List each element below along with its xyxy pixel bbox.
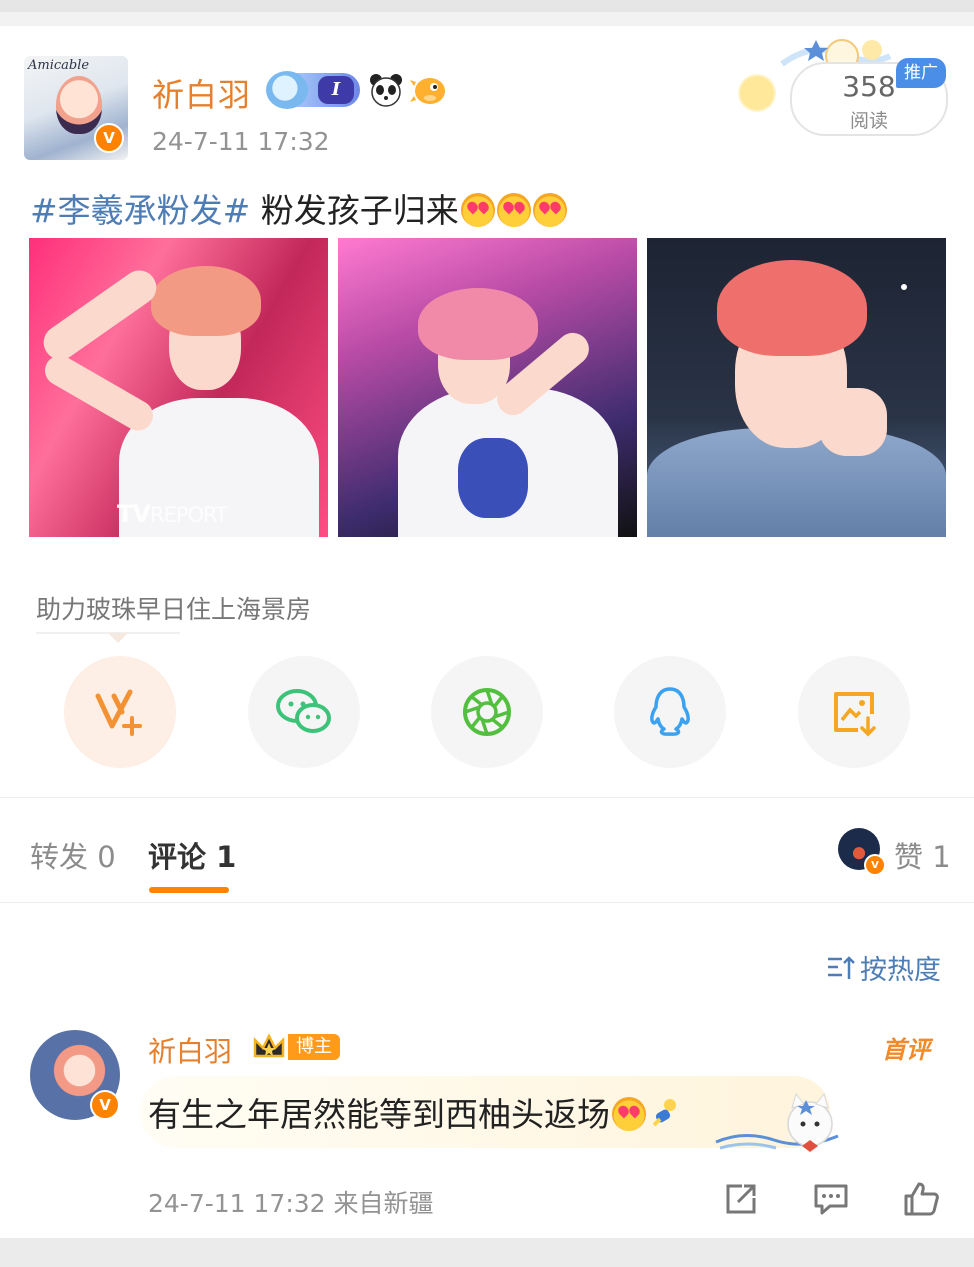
heart-eyes-emoji-icon bbox=[532, 193, 567, 227]
share-qq-button[interactable] bbox=[614, 656, 726, 768]
liker-verified-badge-icon: V bbox=[864, 854, 886, 876]
heart-eyes-emoji-icon bbox=[496, 193, 531, 227]
help-caret-icon bbox=[108, 633, 128, 643]
share-vplus-button[interactable] bbox=[64, 656, 176, 768]
share-wechat-button[interactable] bbox=[248, 656, 360, 768]
photo-arm bbox=[37, 263, 163, 367]
fan-level-text: I bbox=[318, 76, 354, 104]
read-count-label: 阅读 bbox=[849, 110, 888, 132]
save-image-icon bbox=[834, 692, 876, 737]
comment-text: 有生之年居然能等到西柚头返场 bbox=[148, 1088, 682, 1136]
promoted-tag: 推广 bbox=[896, 58, 946, 88]
comment-repost-button[interactable] bbox=[722, 1180, 760, 1218]
share-save-image-button[interactable] bbox=[798, 656, 910, 768]
photo-arm bbox=[39, 350, 159, 436]
heart-eyes-emoji-icon bbox=[460, 193, 495, 227]
tabs-divider bbox=[0, 902, 974, 903]
avatar-script-text: Amicable bbox=[28, 58, 90, 73]
share-moments-button[interactable] bbox=[431, 656, 543, 768]
tab-comment[interactable]: 评论 1 bbox=[148, 834, 236, 876]
post-timestamp: 24-7-11 17:32 bbox=[152, 127, 330, 156]
crown-icon bbox=[253, 1033, 285, 1058]
weibo-post-card: Amicable V 祈白羽 I 24-7-11 17:32 358 阅读 推广… bbox=[0, 0, 974, 1238]
panda-icon[interactable] bbox=[368, 72, 404, 108]
comment-meta: 24-7-11 17:32 来自新疆 bbox=[148, 1189, 434, 1218]
first-comment-badge: 首评 bbox=[882, 1036, 930, 1064]
post-text: #李羲承粉发# 粉发孩子归来 bbox=[30, 184, 567, 232]
qq-icon bbox=[650, 687, 690, 736]
v-plus-icon bbox=[95, 689, 142, 736]
avatar-face bbox=[56, 76, 102, 134]
watermark-report: REPORT bbox=[149, 503, 228, 527]
comment-like-button[interactable] bbox=[902, 1180, 940, 1218]
fan-badge-mascot-icon bbox=[266, 71, 308, 109]
post-photo-3[interactable] bbox=[647, 238, 946, 537]
waving-figure-emoji-icon bbox=[648, 1097, 682, 1131]
watermark-tv: TV bbox=[117, 500, 151, 528]
wechat-icon bbox=[276, 689, 331, 733]
section-divider bbox=[0, 797, 974, 798]
post-photo-1[interactable]: TVREPORT bbox=[29, 238, 328, 537]
fan-level-badge[interactable]: I bbox=[266, 71, 360, 109]
post-body-text: 粉发孩子归来 bbox=[250, 191, 459, 230]
comment-reply-button[interactable] bbox=[812, 1180, 850, 1218]
comment-body: 有生之年居然能等到西柚头返场 bbox=[148, 1095, 610, 1134]
cat-bubble-decoration-icon bbox=[715, 1092, 839, 1152]
commenter-verified-badge-icon: V bbox=[90, 1090, 120, 1120]
photo-shirt-print bbox=[458, 438, 528, 518]
tab-repost[interactable]: 转发 0 bbox=[30, 834, 116, 876]
commenter-name[interactable]: 祈白羽 bbox=[148, 1030, 232, 1070]
photo-hair bbox=[418, 288, 538, 360]
author-name[interactable]: 祈白羽 bbox=[152, 70, 251, 116]
photo-sparkle bbox=[901, 284, 907, 290]
active-tab-indicator bbox=[149, 887, 229, 893]
photo-hair bbox=[717, 260, 867, 356]
share-help-text: 助力玻珠早日住上海景房 bbox=[36, 595, 312, 624]
sort-icon bbox=[828, 955, 855, 979]
bottom-gap bbox=[0, 1238, 974, 1267]
photo-watermark: TVREPORT bbox=[117, 500, 228, 528]
post-hashtag[interactable]: #李羲承粉发# bbox=[30, 191, 250, 230]
moments-icon bbox=[463, 688, 511, 736]
photo-fist bbox=[819, 388, 887, 456]
photo-hair bbox=[151, 266, 261, 336]
pufferfish-icon[interactable] bbox=[410, 72, 448, 108]
heart-eyes-emoji-icon bbox=[612, 1097, 646, 1131]
post-photo-2[interactable] bbox=[338, 238, 637, 537]
host-tag: 博主 bbox=[288, 1034, 340, 1060]
sort-button[interactable]: 按热度 bbox=[826, 948, 941, 987]
sort-label: 按热度 bbox=[860, 955, 941, 986]
tab-like[interactable]: 赞 1 bbox=[894, 834, 951, 876]
lemon-decoration-icon bbox=[738, 74, 776, 112]
verified-badge-icon: V bbox=[94, 123, 124, 153]
